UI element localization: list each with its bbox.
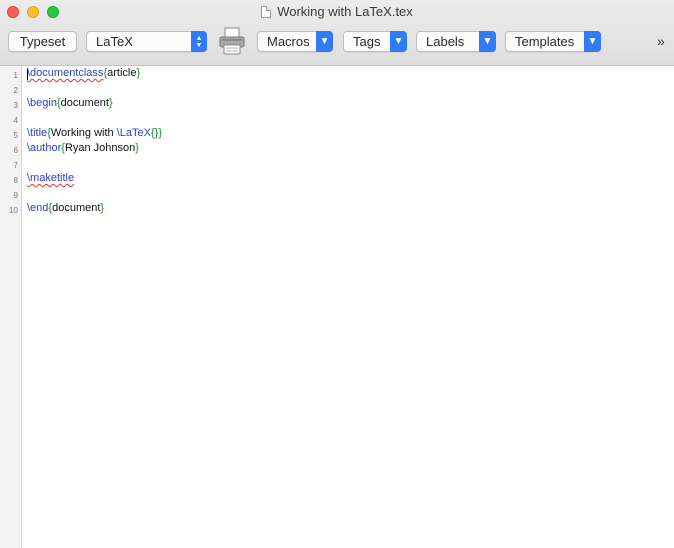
window-toolbar: Working with LaTeX.tex Typeset LaTeX ▲ ▼ … — [0, 0, 674, 66]
labels-menu[interactable]: Labels ▼ — [416, 31, 496, 52]
document-icon — [261, 6, 272, 18]
chevron-down-icon: ▼ — [316, 31, 333, 52]
line-number: 5 — [13, 131, 18, 140]
chevron-updown-icon: ▲ ▼ — [191, 31, 207, 52]
code-line: \title{Working with \LaTeX{}} — [27, 127, 162, 139]
typeset-button[interactable]: Typeset — [8, 31, 77, 52]
toolbar-overflow-button[interactable]: » — [657, 33, 665, 49]
code-line: \maketitle — [27, 172, 75, 184]
tags-menu[interactable]: Tags ▼ — [343, 31, 407, 52]
line-number: 6 — [13, 146, 18, 155]
line-number: 3 — [13, 101, 18, 110]
macros-menu[interactable]: Macros ▼ — [257, 31, 333, 52]
line-number: 7 — [13, 161, 18, 170]
code-line: \author{Ryan Johnson} — [27, 142, 139, 154]
printer-icon[interactable] — [217, 26, 247, 56]
chevron-down-icon: ▼ — [390, 31, 407, 52]
code-line: \begin{document} — [27, 97, 113, 109]
code-line: \end{document} — [27, 202, 105, 214]
line-number-gutter: 1 2 3 4 5 6 7 8 9 10 — [0, 66, 22, 548]
chevron-down-icon: ▼ — [584, 31, 601, 52]
line-number: 2 — [13, 86, 18, 95]
line-number: 10 — [9, 206, 18, 215]
window-title-text: Working with LaTeX.tex — [277, 4, 413, 19]
engine-select[interactable]: LaTeX ▲ ▼ — [86, 31, 207, 52]
line-number: 4 — [13, 116, 18, 125]
templates-menu[interactable]: Templates ▼ — [505, 31, 601, 52]
window-title: Working with LaTeX.tex — [0, 4, 674, 19]
line-number: 1 — [13, 71, 18, 80]
code-line: \documentclass{article} — [27, 67, 141, 79]
line-number: 8 — [13, 176, 18, 185]
chevron-down-icon: ▼ — [479, 31, 496, 52]
line-number: 9 — [13, 191, 18, 200]
